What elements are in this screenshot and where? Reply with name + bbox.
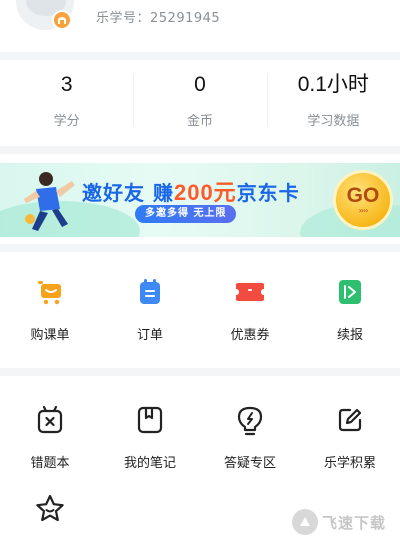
orders-grid: 购课单 订单 优惠券 续报: [0, 272, 400, 343]
section-divider: [0, 146, 400, 154]
invite-banner[interactable]: 邀好友 赚200元京东卡 多邀多得 无上限 GO ››››: [0, 163, 400, 237]
accumulate-edit-icon: [330, 400, 370, 440]
star-face-icon: [30, 489, 70, 529]
tools-grid: 错题本 我的笔记 答疑专区 乐学积累: [0, 400, 400, 471]
grid-item-renew[interactable]: 续报: [300, 272, 400, 343]
grid-label: 答疑专区: [223, 456, 276, 471]
grid-item-notes[interactable]: 我的笔记: [100, 400, 200, 471]
grid-label: 乐学积累: [323, 456, 376, 471]
stat-coins-value: 0: [194, 73, 206, 96]
profile-header: 乐学号：25291945: [0, 0, 400, 52]
grid-item-accumulate[interactable]: 乐学积累: [300, 400, 400, 471]
grid-item-star[interactable]: [0, 489, 100, 529]
stat-credits-label: 学分: [53, 114, 80, 129]
stat-study-data-label: 学习数据: [307, 114, 360, 129]
grid-item-order[interactable]: 订单: [100, 272, 200, 343]
watermark-text: 飞速下载: [322, 513, 387, 532]
cart-icon: [30, 272, 70, 312]
section-divider: [0, 52, 400, 60]
qa-bulb-icon: [230, 400, 270, 440]
stat-coins[interactable]: 0 金币: [133, 60, 266, 140]
banner-subtitle: 多邀多得 无上限: [135, 205, 237, 223]
student-id: 乐学号：25291945: [96, 11, 221, 26]
stats-row: 3 学分 0 金币 0.1小时 学习数据: [0, 60, 400, 140]
watermark-logo-icon: [292, 509, 318, 535]
banner-title-earn: 赚: [152, 181, 174, 205]
notes-icon: [130, 400, 170, 440]
banner-title-amount: 200元: [173, 180, 237, 205]
stat-study-data[interactable]: 0.1小时 学习数据: [266, 60, 400, 140]
banner-person-illustration: [24, 172, 75, 231]
wrong-questions-icon: [30, 400, 70, 440]
banner-title: 邀好友 赚200元京东卡: [82, 175, 300, 207]
grid-label: 购课单: [30, 328, 70, 343]
grid-label: 错题本: [30, 456, 70, 471]
banner-title-prefix: 邀好友: [82, 181, 145, 205]
grid-item-wrong-questions[interactable]: 错题本: [0, 400, 100, 471]
grid-item-qa[interactable]: 答疑专区: [200, 400, 300, 471]
stat-credits[interactable]: 3 学分: [0, 60, 133, 140]
watermark: 飞速下载: [292, 505, 396, 539]
go-label: GO: [346, 184, 380, 207]
banner-title-suffix: 京东卡: [236, 181, 300, 205]
renew-icon: [330, 272, 370, 312]
stat-study-data-value: 0.1小时: [297, 73, 369, 96]
coupon-icon: [230, 272, 270, 312]
section-divider: [0, 244, 400, 252]
stat-coins-label: 金币: [186, 114, 213, 129]
level-badge-icon: [52, 10, 72, 30]
go-arrows-icon: ››››: [358, 206, 369, 215]
grid-label: 订单: [136, 328, 163, 343]
grid-label: 优惠券: [230, 328, 270, 343]
grid-item-cart[interactable]: 购课单: [0, 272, 100, 343]
stat-credits-value: 3: [60, 73, 73, 96]
grid-item-coupon[interactable]: 优惠券: [200, 272, 300, 343]
order-icon: [130, 272, 170, 312]
grid-label: 我的笔记: [123, 456, 176, 471]
grid-label: 续报: [336, 328, 363, 343]
section-divider: [0, 368, 400, 376]
banner-go-button[interactable]: GO ››››: [333, 170, 393, 230]
